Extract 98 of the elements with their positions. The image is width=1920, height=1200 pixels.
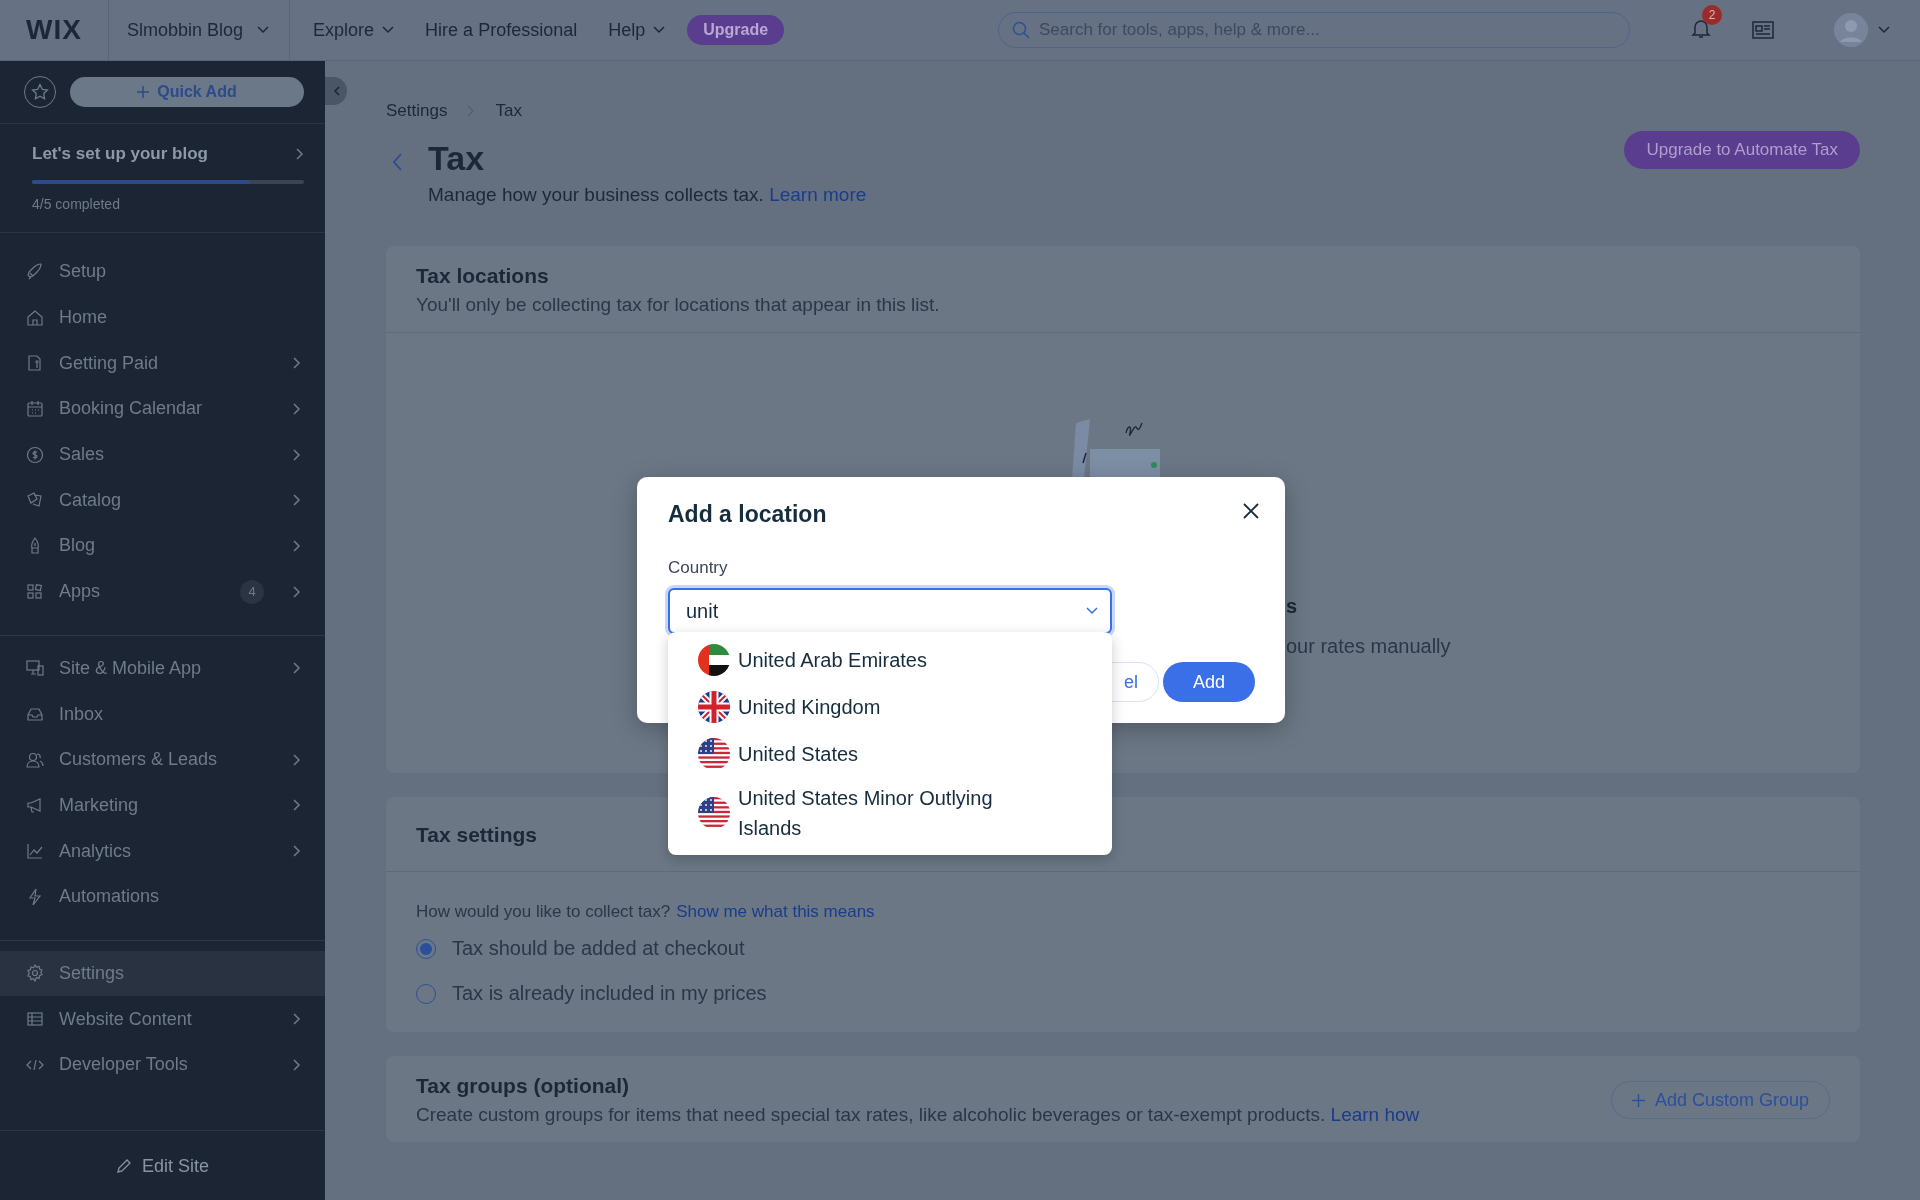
plus-icon <box>137 86 150 98</box>
chart-icon <box>26 842 44 861</box>
caret-icon <box>1878 26 1890 34</box>
dropdown-option[interactable]: United States <box>668 730 1112 777</box>
upgrade-button[interactable]: Upgrade <box>687 15 785 45</box>
nav-menu-item[interactable]: Hire a Professional <box>417 19 586 41</box>
newspaper-icon[interactable] <box>1752 20 1774 40</box>
sidebar-item[interactable]: Home <box>0 294 325 341</box>
empty-state-text: our rates manually <box>1286 635 1451 658</box>
collapse-button[interactable] <box>325 77 347 105</box>
caret-icon <box>653 26 666 34</box>
chevron-down-icon <box>1086 607 1098 615</box>
radio-label[interactable]: Tax is already included in my prices <box>452 982 767 1005</box>
sidebar-item[interactable]: Website Content <box>0 996 325 1042</box>
chevron-right-icon <box>293 539 301 552</box>
flag-icon <box>698 737 730 770</box>
progress-text: 4/5 completed <box>32 196 121 212</box>
show-me-link[interactable]: Show me what this means <box>676 902 875 922</box>
card-title: Tax locations <box>416 264 549 288</box>
back-icon[interactable] <box>392 153 402 171</box>
sidebar-item[interactable]: Apps 4 <box>0 568 325 615</box>
dropdown-option[interactable]: United States Minor Outlying Islands <box>668 777 1112 849</box>
bell-icon[interactable] <box>1690 17 1712 39</box>
upgrade-button[interactable]: Upgrade to Automate Tax <box>1624 131 1860 169</box>
chevron-right-icon <box>296 148 304 160</box>
chevron-right-icon <box>293 357 301 370</box>
nav-menu-item[interactable]: Help <box>600 19 674 41</box>
sidebar-item[interactable]: Customers & Leads <box>0 736 325 783</box>
radio-label[interactable]: Tax should be added at checkout <box>452 937 745 960</box>
sidebar-item[interactable]: Site & Mobile App <box>0 645 325 692</box>
add-button[interactable]: Add <box>1163 662 1255 702</box>
chevron-right-icon <box>293 662 301 675</box>
sidebar-item[interactable]: Automations <box>0 873 325 920</box>
devices-icon <box>26 659 44 678</box>
learn-more-link[interactable]: Learn more <box>769 184 867 205</box>
dollar-icon <box>26 445 44 464</box>
home-icon <box>26 308 44 327</box>
notification-badge: 2 <box>1702 5 1722 25</box>
site-selector[interactable]: Slmobbin Blog <box>108 0 291 60</box>
table-icon <box>26 1010 44 1029</box>
sidebar-item[interactable]: Settings <box>0 950 325 997</box>
people-icon <box>26 750 44 769</box>
chevron-right-icon <box>293 448 301 461</box>
inbox-icon <box>26 705 44 724</box>
card-title: Tax settings <box>416 823 537 847</box>
card-title: Tax groups (optional) <box>416 1074 630 1098</box>
card-description: Create custom groups for items that need special tax rates, like alcoholic beverages or tax-exempt products. <box>416 1104 1326 1125</box>
calendar-icon <box>26 399 44 418</box>
megaphone-icon <box>26 796 44 815</box>
country-field[interactable]: unit <box>668 588 1112 634</box>
sidebar-item[interactable]: Inbox <box>0 691 325 737</box>
setup-title[interactable]: Let's set up your blog <box>32 144 208 164</box>
chevron-right-icon <box>293 585 301 598</box>
nav-menu-item[interactable]: Explore <box>305 19 403 41</box>
sidebar-item[interactable]: Blog <box>0 523 325 569</box>
chevron-left-icon <box>332 86 340 96</box>
breadcrumb-link[interactable]: Settings <box>386 101 448 121</box>
sidebar-item[interactable]: Booking Calendar <box>0 386 325 432</box>
edit-site-button[interactable]: Edit Site <box>0 1130 325 1200</box>
empty-state-title: s <box>1286 595 1298 618</box>
page-title: Tax <box>428 139 486 178</box>
sidebar-item[interactable]: Getting Paid <box>0 340 325 387</box>
quick-add-button[interactable]: Quick Add <box>70 77 304 107</box>
logo[interactable]: WIX <box>0 14 108 46</box>
sidebar-item[interactable]: Sales <box>0 431 325 478</box>
page-subtitle: Manage how your business collects tax. <box>428 184 764 205</box>
star-icon <box>31 83 49 101</box>
breadcrumb-current: Tax <box>495 101 522 121</box>
gear-icon <box>26 964 44 983</box>
close-icon <box>1243 503 1259 519</box>
sidebar-item[interactable]: Catalog <box>0 477 325 524</box>
sidebar-item[interactable]: Setup <box>0 249 325 295</box>
learn-how-link[interactable]: Learn how <box>1330 1104 1420 1125</box>
pencil-icon <box>115 1158 132 1174</box>
lightning-icon <box>26 887 44 906</box>
caret-icon <box>382 26 395 34</box>
apps-icon <box>26 582 44 601</box>
search-icon <box>1012 21 1030 39</box>
flag-icon <box>698 643 730 676</box>
sidebar-item[interactable]: Analytics <box>0 828 325 874</box>
caret-icon <box>257 26 270 34</box>
flag-icon <box>698 690 730 723</box>
chevron-right-icon <box>293 845 301 858</box>
count-badge: 4 <box>240 579 264 604</box>
chevron-right-icon <box>293 1058 301 1071</box>
field-label: Country <box>668 558 729 578</box>
plus-icon <box>1631 1093 1645 1107</box>
sidebar-item[interactable]: Developer Tools <box>0 1042 325 1088</box>
question-text: How would you like to collect tax? <box>416 902 671 922</box>
dialog-title: Add a location <box>668 501 827 528</box>
flag-icon <box>698 797 730 829</box>
sidebar-item[interactable]: Marketing <box>0 782 325 829</box>
card-description: You'll only be collecting tax for locations that appear in this list. <box>416 294 941 316</box>
chevron-right-icon <box>293 1013 301 1026</box>
chevron-right-icon <box>293 799 301 812</box>
chevron-right-icon <box>293 753 301 766</box>
chevron-right-icon <box>293 494 301 507</box>
chevron-right-icon <box>293 402 301 415</box>
